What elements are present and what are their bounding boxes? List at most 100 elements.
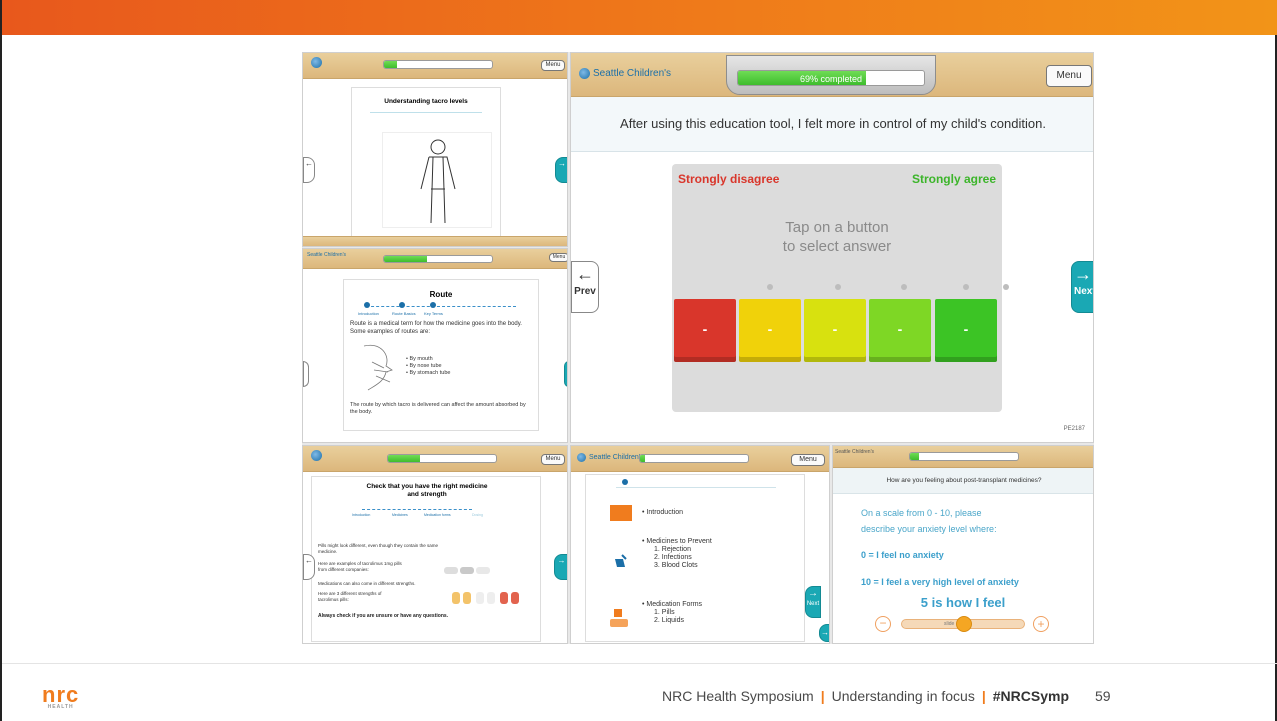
arrow-left-icon: ← [305, 159, 313, 168]
step-label: Route Basics [392, 311, 416, 316]
presentation-slide: Menu Understanding tacro levels ← → Seat… [0, 0, 1277, 721]
event-name: NRC Health Symposium [662, 688, 814, 704]
answer-button-1[interactable]: - [674, 299, 736, 362]
step-label: Dosing [472, 513, 483, 517]
progress-bar [387, 454, 497, 463]
question-bar: How are you feeling about post-transplan… [833, 468, 1093, 494]
answer-button-4[interactable]: - [869, 299, 931, 362]
form-code: PE2187 [1063, 426, 1085, 432]
logo-icon [311, 57, 322, 68]
answer-button-2[interactable]: - [739, 299, 801, 362]
panel-anxiety-scale: Seattle Children's How are you feeling a… [832, 445, 1094, 644]
logo: Seattle Children's [307, 252, 347, 258]
plus-icon[interactable]: + [1033, 616, 1049, 632]
top-accent-bar [2, 0, 1277, 35]
paper-sheet: Understanding tacro levels [351, 87, 501, 237]
step-label: Introduction [358, 311, 379, 316]
step-indicator [370, 112, 482, 120]
step-line [616, 487, 776, 488]
prev-button[interactable] [303, 361, 309, 387]
panel-menu-list: Seattle Children's Menu • Introduction •… [570, 445, 830, 644]
menu-button[interactable]: Menu [541, 60, 565, 71]
step-label: Medication forms [424, 513, 451, 517]
next-button-secondary[interactable]: → [819, 624, 829, 642]
logo: Seattle Children's [577, 453, 644, 462]
question-text: After using this education tool, I felt … [620, 116, 1046, 131]
logo-icon [577, 453, 586, 462]
progress-text: 69% completed [799, 74, 863, 84]
panel-route: Seattle Children's Menu Route Introducti… [302, 248, 568, 443]
menu-button[interactable]: Menu [1046, 65, 1092, 87]
anxiety-slider[interactable]: slide [901, 616, 1025, 632]
arrow-right-icon: → [808, 588, 818, 599]
text-line: Medications can also come in different s… [318, 581, 416, 586]
logo-text: Seattle Children's [593, 68, 672, 79]
answer-dot [1003, 284, 1009, 290]
arrow-right-icon: → [821, 628, 829, 637]
arrow-right-icon: → [1074, 264, 1092, 284]
next-button[interactable]: → Next [1071, 261, 1094, 313]
next-button[interactable]: → [555, 157, 567, 183]
pill-strengths [452, 591, 522, 605]
minus-icon[interactable]: − [875, 616, 891, 632]
head-profile-icon [363, 344, 393, 391]
step-dot [430, 302, 436, 308]
question-bar: After using this education tool, I felt … [571, 97, 1093, 152]
menu-item-prevent[interactable]: • Medicines to Prevent 1. Rejection 2. I… [642, 538, 712, 570]
prev-button[interactable]: ← Prev [571, 261, 599, 313]
logo-icon [311, 450, 322, 461]
next-button[interactable]: → [554, 554, 567, 580]
step-label: Medicines [392, 513, 408, 517]
paper-sheet: Route Introduction Route Basics Key Term… [343, 279, 539, 431]
scale-high-label: 10 = I feel a very high level of anxiety [861, 577, 1019, 587]
footer-text: The route by which tacro is delivered ca… [350, 402, 526, 415]
wood-footer [303, 236, 567, 246]
next-label: Next [806, 601, 820, 607]
menu-item-introduction[interactable]: • Introduction [642, 509, 683, 516]
text-line: Pills might look different, even though … [318, 543, 438, 554]
arrow-left-icon: ← [305, 556, 313, 565]
answer-button-3[interactable]: - [804, 299, 866, 362]
scale-low-label: 0 = I feel no anxiety [861, 550, 944, 560]
result-text: 5 is how I feel [920, 595, 1006, 610]
slider-handle[interactable] [956, 616, 972, 632]
panel-check-medicine: Menu Check that you have the right medic… [302, 445, 568, 644]
warning-text: Always check if you are unsure or have a… [318, 613, 449, 619]
answer-dot [835, 284, 841, 290]
menu-button[interactable]: Menu [791, 454, 825, 466]
event-theme: Understanding in focus [831, 688, 975, 704]
step-dot [364, 302, 370, 308]
panel-tacro-levels: Menu Understanding tacro levels ← → [302, 52, 568, 247]
progress-bar [383, 60, 493, 69]
body-diagram [382, 132, 492, 228]
next-button[interactable]: → Next [805, 586, 821, 618]
body-text: Route is a medical term for how the medi… [350, 321, 522, 335]
slider-text: slide [944, 621, 955, 627]
text-line: Here are 3 different strengths of tacrol… [318, 591, 382, 602]
list-item: • By mouth [406, 356, 433, 362]
slide-footer: NRC Health Symposium | Understanding in fo… [662, 688, 1111, 704]
logo-text: Seattle Children's [589, 454, 644, 461]
next-button[interactable] [564, 361, 567, 387]
prev-button[interactable]: ← [303, 157, 315, 183]
menu-item-forms[interactable]: • Medication Forms 1. Pills 2. Liquids [642, 601, 702, 625]
pill-bottle-icon [612, 553, 628, 569]
step-dot [399, 302, 405, 308]
pill-images [444, 561, 504, 574]
arrow-left-icon: ← [576, 264, 594, 284]
menu-button[interactable]: Menu [549, 253, 567, 262]
list-item: • By nose tube [406, 363, 442, 369]
scale-left-label: Strongly disagree [678, 172, 780, 186]
prev-button[interactable]: ← [303, 554, 315, 580]
answer-dot [963, 284, 969, 290]
progress-bar [383, 255, 493, 263]
next-label: Next [1074, 286, 1094, 297]
step-dot [622, 479, 628, 485]
anatomy-illustration [354, 342, 402, 394]
hashtag: #NRCSymp [992, 688, 1070, 704]
answer-button-5[interactable]: - [935, 299, 997, 362]
logo: Seattle Children's [579, 68, 671, 79]
menu-button[interactable]: Menu [541, 454, 565, 465]
menu-sheet: • Introduction • Medicines to Prevent 1.… [585, 474, 805, 642]
human-outline-icon [420, 139, 456, 224]
